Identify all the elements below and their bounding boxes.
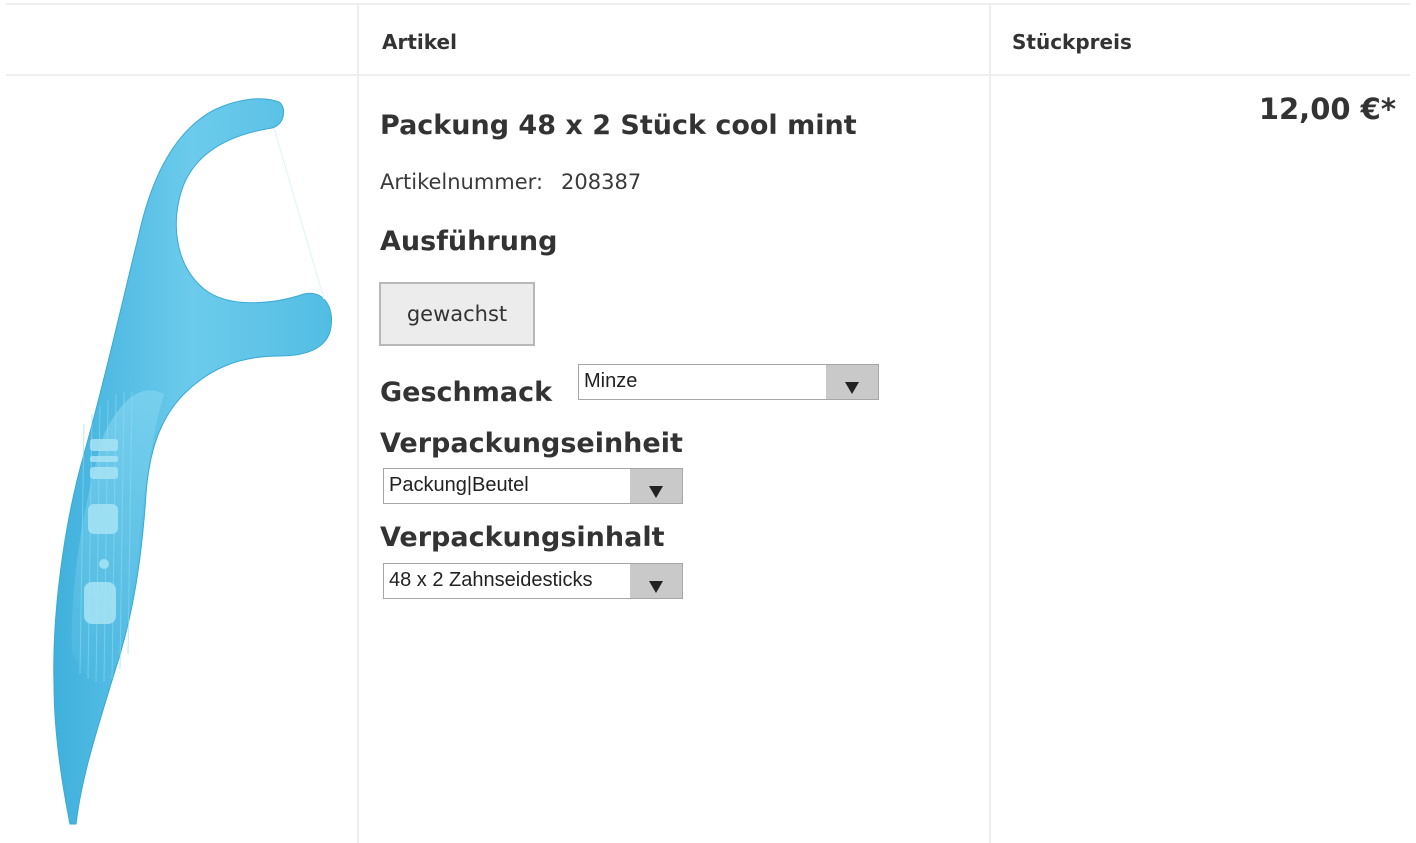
column-divider-1 bbox=[357, 4, 359, 843]
dropdown-arrow-icon[interactable] bbox=[826, 365, 878, 399]
article-number-row: Artikelnummer: 208387 bbox=[380, 170, 641, 194]
table-top-border bbox=[6, 3, 1410, 5]
verpackungsinhalt-label: Verpackungsinhalt bbox=[380, 522, 665, 553]
article-number-label: Artikelnummer: bbox=[380, 170, 544, 194]
verpackungseinheit-label: Verpackungseinheit bbox=[380, 428, 683, 459]
verpackungsinhalt-select[interactable]: 48 x 2 Zahnseidesticks bbox=[383, 563, 683, 599]
dropdown-arrow-icon[interactable] bbox=[630, 469, 682, 503]
verpackungsinhalt-selected-value: 48 x 2 Zahnseidesticks bbox=[389, 569, 593, 591]
ausfuehrung-label: Ausführung bbox=[380, 226, 558, 257]
geschmack-label: Geschmack bbox=[380, 377, 553, 408]
header-price-column: Stückpreis bbox=[1012, 30, 1132, 54]
column-divider-2 bbox=[989, 4, 991, 843]
geschmack-selected-value: Minze bbox=[584, 370, 638, 392]
header-row-divider bbox=[6, 74, 1410, 76]
dropdown-arrow-icon[interactable] bbox=[630, 564, 682, 598]
dental-floss-pick-image[interactable] bbox=[24, 94, 340, 828]
header-article-column: Artikel bbox=[382, 30, 457, 54]
product-title[interactable]: Packung 48 x 2 Stück cool mint bbox=[380, 110, 857, 141]
unit-price: 12,00 €* bbox=[1258, 92, 1396, 126]
article-number-value: 208387 bbox=[561, 170, 642, 194]
geschmack-select[interactable]: Minze bbox=[578, 364, 879, 400]
variant-gewachst-button[interactable]: gewachst bbox=[379, 282, 535, 346]
verpackungseinheit-select[interactable]: Packung|Beutel bbox=[383, 468, 683, 504]
verpackungseinheit-selected-value: Packung|Beutel bbox=[389, 474, 529, 496]
